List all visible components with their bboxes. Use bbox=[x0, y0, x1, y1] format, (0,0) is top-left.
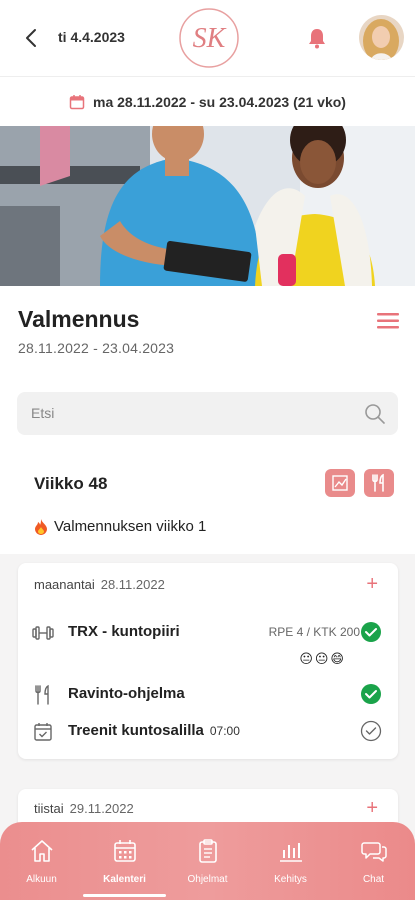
day-weekday: tiistai bbox=[34, 801, 64, 816]
main-content: Valmennus 28.11.2022 - 23.04.2023 Etsi V… bbox=[0, 286, 415, 900]
check-circle-icon[interactable] bbox=[360, 683, 382, 705]
bar-chart-icon bbox=[280, 843, 302, 862]
cutlery-icon bbox=[35, 684, 49, 705]
nav-label: Kehitys bbox=[274, 874, 307, 885]
brand-logo: SK bbox=[179, 8, 239, 68]
search-input[interactable]: Etsi bbox=[17, 392, 398, 435]
activity-time: 07:00 bbox=[209, 724, 240, 738]
calendar-icon bbox=[114, 840, 136, 862]
nav-calendar[interactable]: Kalenteri bbox=[83, 822, 166, 900]
activity-label: Treenit kuntosalilla 07:00 bbox=[68, 722, 240, 739]
active-tab-indicator bbox=[83, 894, 166, 897]
nav-label: Chat bbox=[362, 874, 385, 885]
page-title: Valmennus bbox=[18, 306, 140, 332]
week-progress-button[interactable] bbox=[325, 469, 355, 497]
activity-row[interactable]: Ravinto-ohjelma bbox=[32, 681, 382, 709]
day-header: maanantai 28.11.2022 bbox=[34, 577, 165, 592]
nav-label: Kalenteri bbox=[103, 874, 146, 885]
home-icon bbox=[31, 840, 53, 862]
notification-bell-icon[interactable] bbox=[305, 26, 329, 50]
coaching-week-text: Valmennuksen viikko 1 bbox=[54, 518, 207, 535]
nav-programs[interactable]: Ohjelmat bbox=[166, 822, 249, 900]
date-range-text: ma 28.11.2022 - su 23.04.2023 (21 vko) bbox=[93, 93, 346, 110]
line-chart-icon bbox=[332, 475, 348, 491]
menu-icon[interactable] bbox=[377, 312, 399, 330]
week-title: Viikko 48 bbox=[34, 474, 108, 493]
check-circle-icon[interactable] bbox=[360, 621, 382, 643]
nav-progress[interactable]: Kehitys bbox=[249, 822, 332, 900]
day-weekday: maanantai bbox=[34, 577, 95, 592]
check-circle-outline-icon[interactable] bbox=[360, 720, 382, 742]
cutlery-icon bbox=[372, 473, 384, 492]
activity-label: Ravinto-ohjelma bbox=[68, 685, 185, 702]
coaching-week-label: Valmennuksen viikko 1 bbox=[34, 518, 206, 535]
mood-emojis: 😐😐😄 bbox=[299, 651, 346, 666]
activity-meta: RPE 4 / KTK 200 bbox=[268, 625, 360, 639]
day-card: maanantai 28.11.2022 + TRX - kuntopiiri R… bbox=[18, 563, 398, 759]
calendar-check-icon bbox=[34, 723, 52, 741]
bottom-navigation: Alkuun Kalenteri Ohjelmat Kehitys Chat bbox=[0, 822, 415, 900]
week-nutrition-button[interactable] bbox=[364, 469, 394, 497]
add-activity-button[interactable]: + bbox=[366, 797, 378, 820]
page-subtitle: 28.11.2022 - 23.04.2023 bbox=[18, 340, 175, 356]
user-avatar[interactable] bbox=[359, 15, 404, 60]
nav-label: Alkuun bbox=[26, 874, 57, 885]
svg-text:SK: SK bbox=[193, 23, 227, 54]
back-arrow-icon[interactable] bbox=[20, 26, 44, 50]
calendar-icon bbox=[69, 94, 85, 109]
nav-home[interactable]: Alkuun bbox=[0, 822, 83, 900]
hero-image bbox=[0, 126, 415, 286]
current-date[interactable]: ti 4.4.2023 bbox=[58, 29, 125, 45]
search-icon[interactable] bbox=[364, 403, 386, 425]
top-bar: ti 4.4.2023 SK bbox=[0, 0, 415, 76]
day-date: 29.11.2022 bbox=[69, 801, 134, 816]
day-date: 28.11.2022 bbox=[100, 577, 165, 592]
chat-icon bbox=[361, 842, 387, 862]
add-activity-button[interactable]: + bbox=[366, 573, 378, 596]
nav-label: Ohjelmat bbox=[187, 874, 228, 885]
clipboard-icon bbox=[199, 839, 217, 863]
day-header: tiistai 29.11.2022 bbox=[34, 801, 134, 816]
activity-label: TRX - kuntopiiri bbox=[68, 623, 180, 640]
activity-row[interactable]: Treenit kuntosalilla 07:00 bbox=[32, 718, 382, 746]
date-range-bar[interactable]: ma 28.11.2022 - su 23.04.2023 (21 vko) bbox=[0, 76, 415, 126]
nav-chat[interactable]: Chat bbox=[332, 822, 415, 900]
activity-row[interactable]: TRX - kuntopiiri RPE 4 / KTK 200 😐😐😄 bbox=[32, 619, 382, 666]
dumbbell-icon bbox=[32, 626, 54, 640]
fire-icon bbox=[35, 518, 47, 535]
search-placeholder: Etsi bbox=[31, 405, 55, 421]
